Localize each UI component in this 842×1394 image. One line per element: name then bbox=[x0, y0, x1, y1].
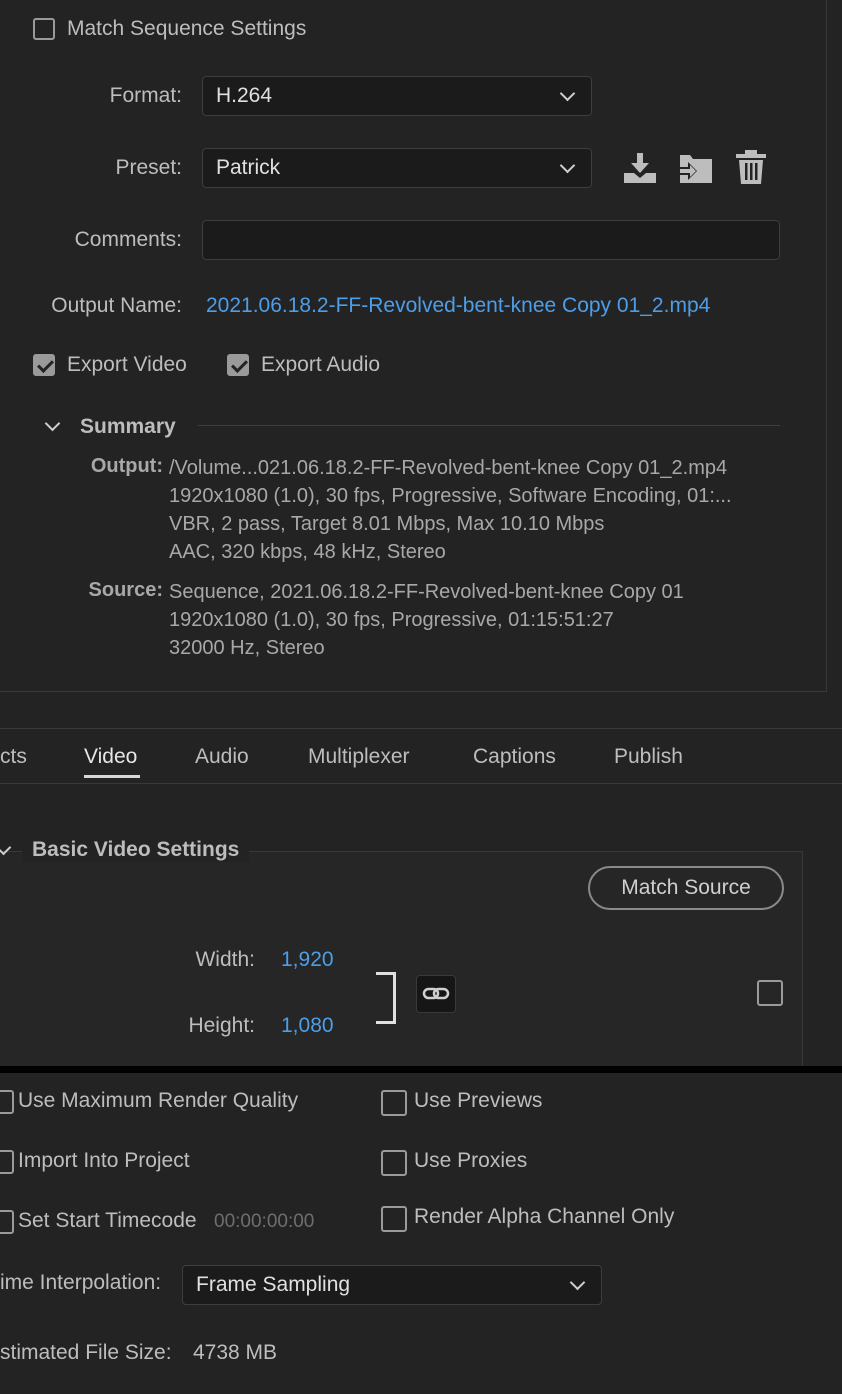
tab-captions[interactable]: Captions bbox=[473, 745, 556, 769]
time-interpolation-value: Frame Sampling bbox=[196, 1273, 351, 1296]
timecode-value: 00:00:00:00 bbox=[214, 1211, 315, 1232]
format-value: H.264 bbox=[216, 84, 273, 107]
export-video-label: Export Video bbox=[67, 353, 187, 376]
save-preset-icon[interactable] bbox=[622, 151, 658, 185]
match-source-button[interactable]: Match Source bbox=[588, 866, 784, 910]
summary-output-line: AAC, 320 kbps, 48 kHz, Stereo bbox=[169, 541, 446, 563]
use-previews-label: Use Previews bbox=[414, 1089, 543, 1112]
summary-output-line: 1920x1080 (1.0), 30 fps, Progressive, So… bbox=[169, 485, 732, 507]
output-name-link[interactable]: 2021.06.18.2-FF-Revolved-bent-knee Copy … bbox=[206, 294, 710, 318]
summary-title: Summary bbox=[80, 415, 176, 438]
import-into-project-checkbox[interactable] bbox=[0, 1150, 14, 1174]
basic-video-settings-title: Basic Video Settings bbox=[22, 838, 250, 862]
tabs-top-border bbox=[0, 728, 842, 729]
estimated-file-size-label: stimated File Size: bbox=[0, 1341, 172, 1364]
preset-value: Patrick bbox=[216, 156, 281, 179]
output-name-label: Output Name: bbox=[51, 294, 182, 317]
tab-video[interactable]: Video bbox=[84, 745, 137, 769]
summary-source-line: Sequence, 2021.06.18.2-FF-Revolved-bent-… bbox=[169, 581, 684, 603]
use-proxies-checkbox[interactable] bbox=[381, 1150, 407, 1176]
chevron-down-icon bbox=[569, 1274, 586, 1291]
summary-divider bbox=[198, 425, 780, 426]
width-value[interactable]: 1,920 bbox=[281, 948, 334, 972]
use-max-render-label: Use Maximum Render Quality bbox=[18, 1089, 299, 1112]
summary-source-line: 1920x1080 (1.0), 30 fps, Progressive, 01… bbox=[169, 609, 614, 631]
summary-output-line: VBR, 2 pass, Target 8.01 Mbps, Max 10.10… bbox=[169, 513, 605, 535]
summary-output-values: /Volume...021.06.18.2-FF-Revolved-bent-k… bbox=[169, 454, 732, 566]
aspect-bracket bbox=[376, 972, 396, 1024]
tabs-bottom-border bbox=[0, 783, 842, 784]
render-alpha-label: Render Alpha Channel Only bbox=[414, 1205, 675, 1228]
tab-multiplexer[interactable]: Multiplexer bbox=[308, 745, 410, 769]
tab-audio[interactable]: Audio bbox=[195, 745, 249, 769]
width-label: Width: bbox=[195, 948, 255, 971]
set-start-timecode-checkbox[interactable] bbox=[0, 1210, 14, 1234]
resize-checkbox[interactable] bbox=[757, 980, 783, 1006]
summary-output-line: /Volume...021.06.18.2-FF-Revolved-bent-k… bbox=[169, 457, 728, 479]
chevron-down-icon bbox=[559, 85, 576, 102]
preset-label: Preset: bbox=[115, 156, 182, 179]
export-audio-checkbox[interactable] bbox=[227, 354, 249, 376]
time-interpolation-dropdown[interactable]: Frame Sampling bbox=[182, 1265, 602, 1305]
link-icon[interactable] bbox=[416, 975, 456, 1013]
import-preset-icon[interactable] bbox=[678, 151, 714, 185]
format-dropdown[interactable]: H.264 bbox=[202, 76, 592, 116]
preset-dropdown[interactable]: Patrick bbox=[202, 148, 592, 188]
export-audio-label: Export Audio bbox=[261, 353, 381, 376]
comments-field[interactable] bbox=[202, 220, 780, 260]
comments-label: Comments: bbox=[74, 228, 182, 251]
panel-divider bbox=[0, 1066, 842, 1073]
tab-effects[interactable]: cts bbox=[0, 745, 27, 769]
tab-video-underline bbox=[84, 775, 140, 778]
use-max-render-checkbox[interactable] bbox=[0, 1090, 14, 1114]
summary-source-key: Source: bbox=[88, 579, 163, 601]
height-value[interactable]: 1,080 bbox=[281, 1014, 334, 1038]
summary-output-key: Output: bbox=[90, 455, 163, 477]
export-video-checkbox[interactable] bbox=[33, 354, 55, 376]
render-alpha-checkbox[interactable] bbox=[381, 1206, 407, 1232]
height-label: Height: bbox=[188, 1014, 255, 1037]
summary-source-line: 32000 Hz, Stereo bbox=[169, 637, 325, 659]
format-label: Format: bbox=[109, 84, 182, 107]
use-proxies-label: Use Proxies bbox=[414, 1149, 528, 1172]
set-start-timecode-label: Set Start Timecode bbox=[18, 1209, 197, 1232]
use-previews-checkbox[interactable] bbox=[381, 1090, 407, 1116]
chevron-down-icon bbox=[559, 157, 576, 174]
delete-preset-icon[interactable] bbox=[735, 149, 767, 185]
estimated-file-size-value: 4738 MB bbox=[193, 1341, 278, 1364]
summary-source-values: Sequence, 2021.06.18.2-FF-Revolved-bent-… bbox=[169, 578, 684, 662]
time-interpolation-label: ime Interpolation: bbox=[0, 1271, 162, 1294]
import-into-project-label: Import Into Project bbox=[18, 1149, 190, 1172]
tab-publish[interactable]: Publish bbox=[614, 745, 683, 769]
match-sequence-label: Match Sequence Settings bbox=[67, 17, 307, 40]
match-sequence-checkbox[interactable] bbox=[33, 18, 55, 40]
